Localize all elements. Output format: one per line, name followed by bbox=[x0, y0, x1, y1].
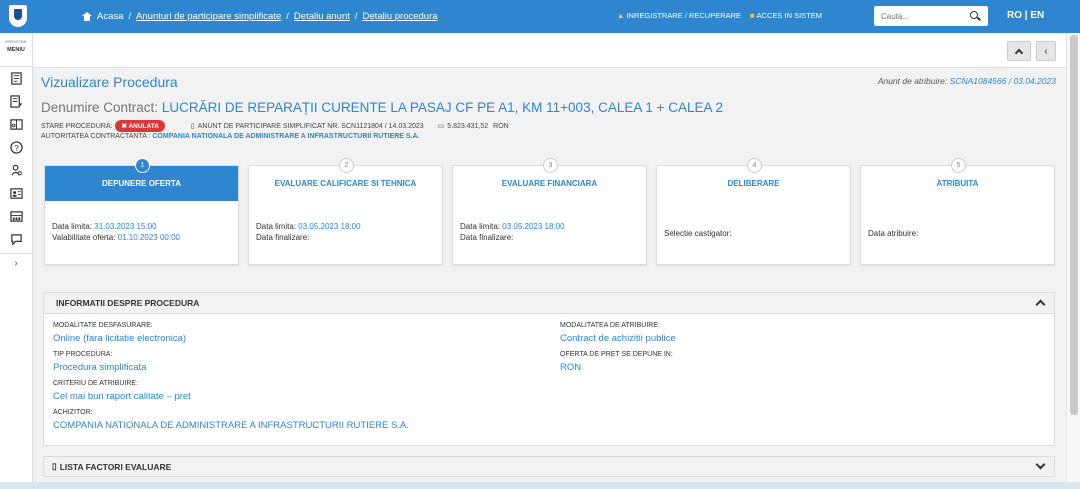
sidebar-expand-icon[interactable]: › bbox=[0, 253, 32, 273]
page-title: Vizualizare Procedura bbox=[41, 74, 178, 90]
user-search-icon[interactable] bbox=[0, 159, 33, 182]
procedure-meta: STARE PROCEDURA: ✖ ANULATA ▯ ANUNT DE PA… bbox=[41, 120, 509, 132]
collapse-all-button[interactable] bbox=[1007, 41, 1031, 61]
search-box bbox=[874, 6, 988, 26]
book-icon[interactable] bbox=[0, 113, 33, 136]
page-scrollbar[interactable] bbox=[1066, 33, 1080, 489]
svg-text:?: ? bbox=[14, 143, 19, 153]
procedure-info-panel: INFORMATII DESPRE PROCEDURA MODALITATE D… bbox=[43, 292, 1055, 446]
scrollbar-thumb[interactable] bbox=[1070, 35, 1078, 415]
document-icon[interactable] bbox=[0, 67, 33, 90]
help-icon[interactable]: ? bbox=[0, 136, 33, 159]
document-small-icon: ▯ bbox=[190, 123, 195, 130]
document-small-icon: ▯ bbox=[52, 461, 57, 471]
anunt-participare-link[interactable]: ANUNT DE PARTICIPARE SIMPLIFICAT NR. SCN… bbox=[198, 123, 424, 130]
breadcrumb-home[interactable]: Acasa bbox=[97, 11, 123, 22]
breadcrumb-detaliu-anunt[interactable]: Detaliu anunt bbox=[294, 11, 350, 22]
language-switch[interactable]: RO | EN bbox=[1007, 10, 1044, 21]
status-badge: ✖ ANULATA bbox=[115, 120, 165, 132]
top-nav: Acasa / Anunturi de participare simplifi… bbox=[0, 0, 1080, 33]
step-evaluare-calificare[interactable]: 2 EVALUARE CALIFICARE SI TEHNICA Data li… bbox=[248, 158, 443, 265]
step-evaluare-financiara[interactable]: 3 EVALUARE FINANCIARA Data limita: 03.05… bbox=[452, 158, 647, 265]
bottom-strip bbox=[0, 482, 1080, 489]
sidebar: SPRINGTIME MENIU ? › bbox=[0, 33, 33, 489]
chevron-up-icon[interactable] bbox=[1035, 299, 1046, 310]
anunt-atribuire-link[interactable]: SCNA1084566 / 03.04.2023 bbox=[950, 76, 1056, 86]
estimated-value: 5.823.431,52 bbox=[447, 122, 489, 130]
building-icon[interactable] bbox=[0, 205, 33, 228]
currency: RON bbox=[493, 122, 509, 130]
toolbar: ‹ bbox=[33, 33, 1066, 68]
home-icon[interactable] bbox=[82, 12, 92, 21]
field-achizitor: ACHIZITOR: COMPANIA NATIONALA DE ADMINIS… bbox=[53, 409, 409, 431]
field-tip-procedura: TIP PROCEDURA: Procedura simplificata bbox=[53, 351, 147, 373]
chevron-left-icon: ‹ bbox=[1044, 45, 1048, 57]
id-card-icon[interactable] bbox=[0, 182, 33, 205]
login-link[interactable]: ■ ACCES IN SISTEM bbox=[750, 11, 822, 20]
menu-button[interactable]: SPRINGTIME MENIU bbox=[0, 33, 32, 67]
chevron-down-icon[interactable] bbox=[1035, 459, 1046, 470]
anunt-atribuire: Anunt de atribuire: SCNA1084566 / 03.04.… bbox=[877, 76, 1056, 86]
breadcrumb-detaliu-procedura[interactable]: Detaliu procedura bbox=[363, 11, 438, 22]
main-content: Vizualizare Procedura Anunt de atribuire… bbox=[33, 68, 1066, 489]
list-icon[interactable] bbox=[0, 90, 33, 113]
lock-icon: ■ bbox=[750, 11, 755, 20]
search-icon[interactable] bbox=[970, 11, 978, 19]
contracting-authority-link[interactable]: COMPANIA NATIONALA DE ADMINISTRARE A INF… bbox=[152, 133, 419, 140]
logo-icon[interactable] bbox=[9, 5, 27, 27]
field-modalitate-atribuire: MODALITATEA DE ATRIBUIRE: Contract de ac… bbox=[560, 322, 676, 344]
money-icon: ▭ bbox=[437, 123, 445, 130]
register-link[interactable]: ▲ INREGISTRARE / RECUPERARE bbox=[617, 11, 741, 20]
step-depunere-oferta[interactable]: 1 DEPUNERE OFERTA Data limita: 31.03.202… bbox=[44, 158, 239, 265]
field-oferta-moneda: OFERTA DE PRET SE DEPUNE IN: RON bbox=[560, 351, 673, 373]
auth-links: ▲ INREGISTRARE / RECUPERARE ■ ACCES IN SIS… bbox=[617, 11, 822, 20]
step-deliberare[interactable]: 4 DELIBERARE Selectie castigator: bbox=[656, 158, 851, 265]
chevron-up-icon bbox=[1014, 48, 1024, 57]
breadcrumb-anunturi[interactable]: Anunturi de participare simplificate bbox=[136, 11, 281, 22]
achizitor-link[interactable]: COMPANIA NATIONALA DE ADMINISTRARE A INF… bbox=[53, 420, 409, 431]
procedure-info-header[interactable]: INFORMATII DESPRE PROCEDURA bbox=[44, 293, 1054, 314]
field-criteriu-atribuire: CRITERIU DE ATRIBUIRE: Cel mai bun rapor… bbox=[53, 380, 191, 402]
warning-icon: ▲ bbox=[617, 11, 625, 20]
step-atribuita[interactable]: 5 ATRIBUITA Data atribuire: bbox=[860, 158, 1055, 265]
search-input[interactable] bbox=[874, 6, 962, 26]
chat-icon[interactable] bbox=[0, 228, 33, 251]
contract-name: Denumire Contract: LUCRĂRI DE REPARAȚII … bbox=[41, 100, 724, 115]
back-button[interactable]: ‹ bbox=[1036, 41, 1056, 61]
breadcrumb: Acasa / Anunturi de participare simplifi… bbox=[82, 11, 438, 22]
evaluation-factors-panel[interactable]: ▯ LISTA FACTORI EVALUARE bbox=[43, 456, 1055, 477]
field-modalitate-desfasurare: MODALITATE DESFASURARE: Online (fara lic… bbox=[53, 322, 187, 344]
contracting-authority: AUTORITATEA CONTRACTANTA : COMPANIA NATI… bbox=[41, 133, 420, 140]
